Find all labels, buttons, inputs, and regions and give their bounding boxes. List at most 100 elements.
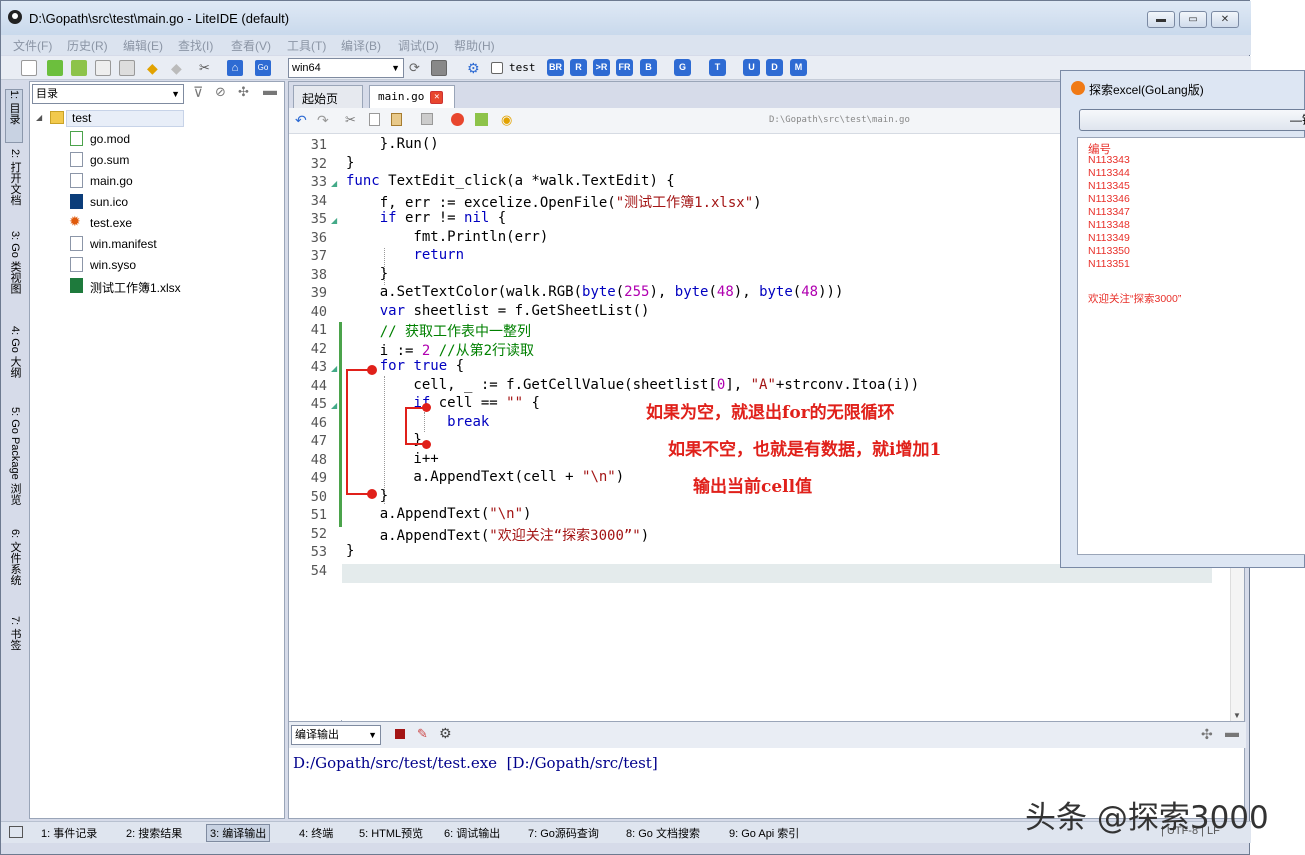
build-button[interactable]: B	[640, 59, 657, 76]
tree-file-win-syso[interactable]: win.syso	[90, 258, 136, 272]
tab-terminal[interactable]: 4: 终端	[299, 825, 333, 841]
file-run-button[interactable]: FR	[616, 59, 633, 76]
tab-open-documents[interactable]: 2: 打开文档	[5, 149, 23, 219]
tab-main-go[interactable]: main.go ✕	[369, 85, 455, 108]
directory-select[interactable]: 目录 ▼	[32, 84, 184, 104]
menu-find[interactable]: 查找(I)	[178, 37, 213, 54]
test-button[interactable]: T	[709, 59, 726, 76]
minimize-button[interactable]: ▬	[1147, 11, 1175, 28]
scroll-down-icon[interactable]: ▼	[1233, 711, 1241, 720]
fold-marker-icon[interactable]: ◢	[331, 179, 337, 188]
open-folder-icon[interactable]	[71, 60, 87, 76]
tree-file-test-exe[interactable]: test.exe	[90, 216, 132, 230]
breakpoint-icon[interactable]	[451, 113, 464, 126]
toggle-panel-icon[interactable]	[9, 826, 23, 838]
tab-debug-output[interactable]: 6: 调试输出	[444, 825, 500, 841]
one-click-button[interactable]: —键	[1079, 109, 1305, 131]
build-target-checkbox[interactable]	[491, 62, 503, 74]
tree-file-go-sum[interactable]: go.sum	[90, 153, 129, 167]
copy-icon[interactable]	[369, 113, 380, 126]
tree-root-label[interactable]: test	[72, 111, 91, 125]
menu-view[interactable]: 查看(V)	[231, 37, 271, 54]
get-button[interactable]: G	[674, 59, 691, 76]
sync-editor-icon[interactable]: ⊘	[215, 84, 226, 100]
code-token: ],	[725, 376, 751, 393]
menu-tools[interactable]: 工具(T)	[287, 37, 326, 54]
menu-help[interactable]: 帮助(H)	[454, 37, 495, 54]
tab-file-system[interactable]: 6: 文件系统	[5, 529, 23, 604]
tab-go-doc-search[interactable]: 8: Go 文档搜索	[626, 825, 700, 841]
menu-file[interactable]: 文件(F)	[13, 37, 52, 54]
tab-go-package-browser[interactable]: 5: Go Package 浏览	[5, 407, 23, 517]
tree-file-main-go[interactable]: main.go	[90, 174, 133, 188]
close-icon[interactable]: ✕	[430, 90, 444, 104]
maximize-button[interactable]: ▭	[1179, 11, 1207, 28]
annotation-increment: 如果不空，也就是有数据，就i增加1	[668, 440, 942, 460]
tab-go-source-query[interactable]: 7: Go源码查询	[528, 825, 599, 841]
run-term-button[interactable]: >R	[593, 59, 610, 76]
menu-history[interactable]: 历史(R)	[67, 37, 108, 54]
tab-directory[interactable]: 1: 目录	[5, 89, 23, 143]
stop-icon[interactable]	[395, 729, 405, 739]
close-panel-icon[interactable]: ▬	[263, 82, 277, 98]
debug-button[interactable]: D	[766, 59, 783, 76]
build-config-gear-icon[interactable]: ⚙	[467, 60, 483, 76]
lock-icon[interactable]	[421, 113, 433, 125]
popup-textedit[interactable]: 编号 N113343 N113344 N113345 N113346 N113347 N11…	[1077, 137, 1305, 555]
close-panel-icon[interactable]: ▬	[1225, 724, 1239, 740]
home-icon[interactable]: ⌂	[227, 60, 243, 76]
tab-bookmarks[interactable]: 7: 书签	[5, 616, 23, 666]
code-line: }.Run()	[346, 136, 439, 152]
code-line: f, err := excelize.OpenFile("测试工作簿1.xlsx…	[346, 192, 762, 212]
settings-gear-icon[interactable]: ⚙	[439, 725, 452, 742]
line-number: 33	[310, 174, 327, 190]
run-to-line-icon[interactable]: ◉	[501, 112, 512, 128]
fold-marker-icon[interactable]: ◢	[331, 401, 337, 410]
new-file-icon[interactable]	[21, 60, 37, 76]
float-panel-icon[interactable]: ✣	[1201, 726, 1213, 743]
tab-go-outline[interactable]: 4: Go 大纲	[5, 326, 23, 396]
update-button[interactable]: U	[743, 59, 760, 76]
tab-start-page[interactable]: 起始页✕	[293, 85, 363, 122]
code-token: // 获取工作表中一整列	[346, 324, 532, 340]
tab-html-preview[interactable]: 5: HTML预览	[359, 825, 423, 841]
menu-edit[interactable]: 编辑(E)	[123, 37, 163, 54]
menu-build[interactable]: 编译(B)	[341, 37, 381, 54]
tools-icon[interactable]: ✂	[199, 60, 215, 76]
filter-icon[interactable]: ⊽	[193, 84, 203, 101]
float-panel-icon[interactable]: ✣	[238, 84, 249, 100]
fold-marker-icon[interactable]: ◢	[331, 216, 337, 225]
open-file-icon[interactable]	[47, 60, 63, 76]
forward-arrow-icon[interactable]: ◆	[171, 60, 187, 76]
close-button[interactable]: ✕	[1211, 11, 1239, 28]
tab-event-log[interactable]: 1: 事件记录	[41, 825, 97, 841]
cut-icon[interactable]: ✂	[345, 112, 356, 128]
save-all-icon[interactable]	[119, 60, 135, 76]
tree-file-win-manifest[interactable]: win.manifest	[90, 237, 157, 251]
goto-icon[interactable]	[475, 113, 488, 126]
tab-search-results[interactable]: 2: 搜索结果	[126, 825, 182, 841]
build-run-button[interactable]: BR	[547, 59, 564, 76]
tree-file-sun-ico[interactable]: sun.ico	[90, 195, 128, 209]
tab-build-output[interactable]: 3: 编译输出	[206, 824, 271, 842]
tree-file-go-mod[interactable]: go.mod	[90, 132, 130, 146]
back-arrow-icon[interactable]: ◆	[147, 60, 163, 76]
expand-arrow-icon[interactable]: ◢	[36, 113, 42, 122]
tree-file-xlsx[interactable]: 测试工作簿1.xlsx	[90, 279, 181, 296]
run-button[interactable]: R	[570, 59, 587, 76]
clear-icon[interactable]: ✎	[417, 726, 428, 742]
env-edit-icon[interactable]	[431, 60, 447, 76]
tab-go-api-index[interactable]: 9: Go Api 索引	[729, 825, 799, 841]
tab-go-class-view[interactable]: 3: Go 类视图	[5, 231, 23, 301]
paste-icon[interactable]	[391, 113, 402, 126]
go-icon[interactable]: Go	[255, 60, 271, 76]
reload-env-icon[interactable]: ⟳	[409, 60, 425, 76]
env-select[interactable]: win64 ▼	[288, 58, 404, 78]
module-button[interactable]: M	[790, 59, 807, 76]
fold-marker-icon[interactable]: ◢	[331, 364, 337, 373]
save-icon[interactable]	[95, 60, 111, 76]
output-select[interactable]: 编译输出 ▼	[291, 725, 381, 745]
undo-icon[interactable]: ↶	[295, 112, 307, 129]
redo-icon[interactable]: ↷	[317, 112, 329, 129]
menu-debug[interactable]: 调试(D)	[398, 37, 439, 54]
